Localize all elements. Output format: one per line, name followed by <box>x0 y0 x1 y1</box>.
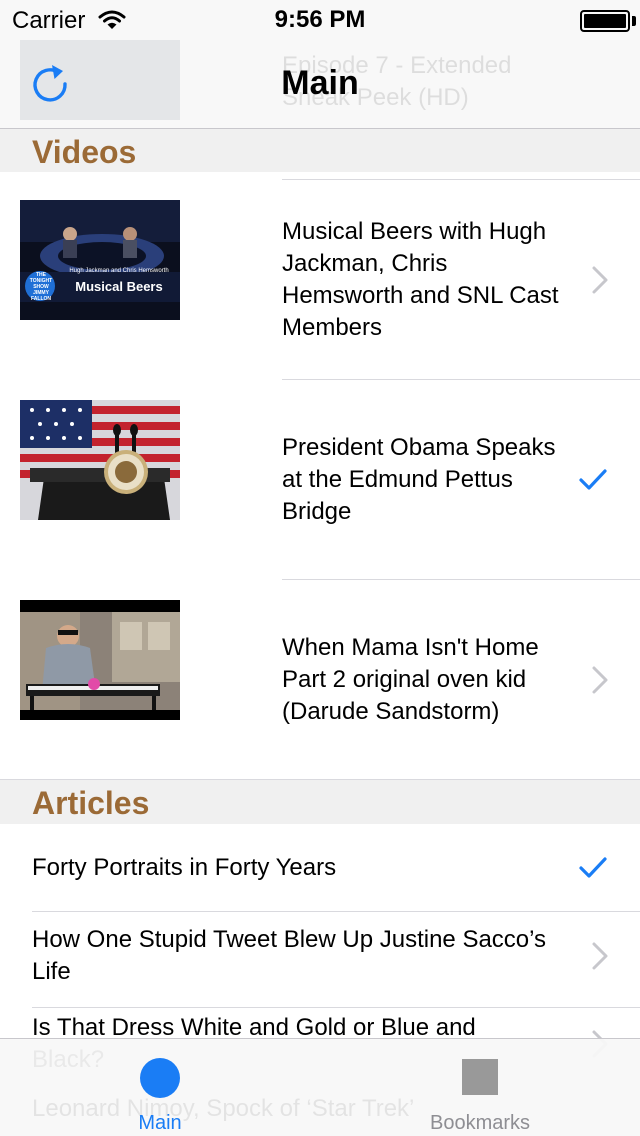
circle-icon <box>140 1058 180 1098</box>
thumb-subcaption: Hugh Jackman and Chris Hemsworth <box>69 268 169 274</box>
video-title: Musical Beers with Hugh Jackman, Chris H… <box>282 218 559 341</box>
section-title: Videos <box>32 134 137 170</box>
section-header-videos: Videos <box>0 129 640 172</box>
chevron-right-icon <box>592 266 608 294</box>
article-row-justine-sacco[interactable]: How One Stupid Tweet Blew Up Justine Sac… <box>0 912 640 1008</box>
battery-icon <box>580 10 630 32</box>
section-title: Articles <box>32 785 150 821</box>
article-row-forty-portraits[interactable]: Forty Portraits in Forty Years <box>0 824 640 912</box>
section-header-articles: Articles <box>0 779 640 824</box>
battery-tip <box>632 16 636 26</box>
checkmark-icon <box>579 469 607 490</box>
video-thumbnail: THE TONIGHT SHOW JIMMY FALLON Hugh Jackm… <box>20 200 180 320</box>
tab-label: Main <box>138 1112 182 1134</box>
tab-bar: Leonard Nimoy, Spock of ‘Star Trek’ Main… <box>0 1038 640 1136</box>
square-icon <box>462 1059 498 1095</box>
video-row-musical-beers[interactable]: THE TONIGHT SHOW JIMMY FALLON Hugh Jackm… <box>0 180 640 380</box>
video-title: President Obama Speaks at the Edmund Pet… <box>282 434 556 525</box>
chevron-right-icon <box>592 666 608 694</box>
navigation-header: Episode 7 - Extended Sneak Peek (HD) Car… <box>0 0 640 129</box>
video-thumbnail <box>20 400 180 520</box>
tab-label: Bookmarks <box>429 1112 531 1134</box>
video-row-president-obama[interactable]: President Obama Speaks at the Edmund Pet… <box>0 380 640 580</box>
tab-bookmarks[interactable]: Bookmarks <box>400 1039 560 1136</box>
tab-main[interactable]: Main <box>80 1039 240 1136</box>
page-title: Main <box>281 64 359 102</box>
video-thumbnail <box>20 600 180 720</box>
checkmark-icon <box>579 857 607 878</box>
video-title: When Mama Isn't Home Part 2 original ove… <box>282 634 539 725</box>
thumb-logo: THE TONIGHT SHOW JIMMY FALLON <box>29 272 53 302</box>
status-time: 9:56 PM <box>274 6 366 33</box>
article-title: How One Stupid Tweet Blew Up Justine Sac… <box>32 926 547 985</box>
status-bar: Carrier 9:56 PM <box>0 0 640 40</box>
thumb-caption: Musical Beers <box>75 279 163 294</box>
video-row-mama-isnt-home[interactable]: When Mama Isn't Home Part 2 original ove… <box>0 580 640 780</box>
chevron-right-icon <box>592 942 608 970</box>
article-title: Forty Portraits in Forty Years <box>32 854 337 881</box>
